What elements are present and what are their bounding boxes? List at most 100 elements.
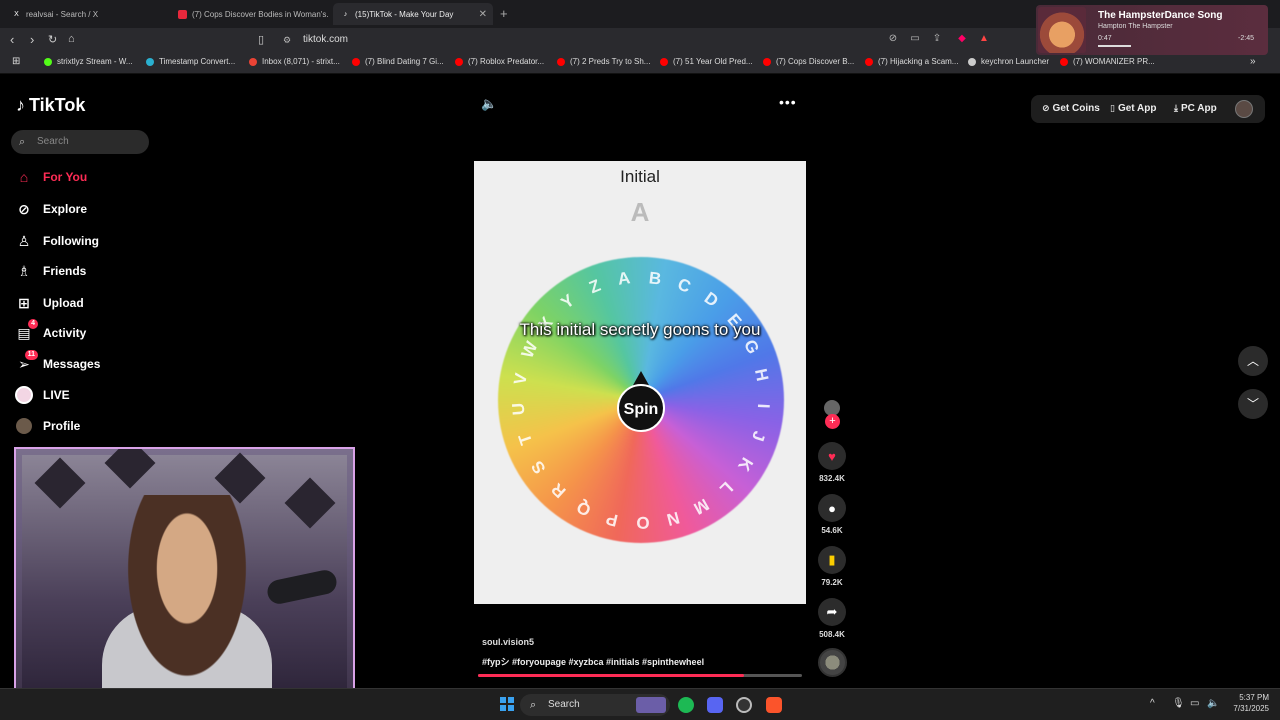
nav-following[interactable]: ♙ Following <box>15 232 99 250</box>
previous-video-button[interactable]: ︿ <box>1238 346 1268 376</box>
music-disc-icon[interactable] <box>818 648 847 677</box>
logo-text: TikTok <box>29 95 86 115</box>
brave-icon[interactable] <box>766 697 782 713</box>
search-icon: ⌕ <box>530 699 537 711</box>
home-icon: ⌂ <box>19 169 29 185</box>
video-hashtags[interactable]: #fypシ #foryoupage #xyzbca #initials #spi… <box>482 655 704 668</box>
nav-label: For You <box>43 170 88 184</box>
wheel-letter: I <box>753 403 773 409</box>
bookmark-item[interactable]: (7) Roblox Predator... <box>455 57 544 66</box>
volume-icon[interactable]: 🔈 <box>1207 698 1219 709</box>
foam-panel <box>34 457 86 509</box>
user-avatar[interactable] <box>1235 100 1253 118</box>
back-icon[interactable]: ‹ <box>10 32 14 47</box>
bookmark-item[interactable]: strixtlyz Stream - W... <box>44 57 133 66</box>
bookmark-item[interactable]: (7) 2 Preds Try to Sh... <box>557 57 650 66</box>
nav-friends[interactable]: ♗ Friends <box>15 262 87 280</box>
reload-icon[interactable]: ↻ <box>48 33 57 46</box>
keychron-icon <box>968 57 976 66</box>
bookmark-item[interactable]: Timestamp Convert... <box>146 57 235 66</box>
next-video-button[interactable]: ﹀ <box>1238 389 1268 419</box>
home-icon[interactable]: ⌂ <box>68 33 75 45</box>
nav-profile[interactable]: Profile <box>15 417 80 435</box>
get-app-button[interactable]: ▯ Get App <box>1110 103 1156 114</box>
share-icon[interactable]: ⇪ <box>930 33 944 47</box>
pc-app-label: PC App <box>1180 103 1217 114</box>
nav-for-you[interactable]: ⌂ For You <box>15 168 87 186</box>
bookmark-item[interactable]: (7) Cops Discover B... <box>763 57 854 66</box>
brave-shield-icon[interactable]: ◆ <box>955 33 969 47</box>
nav-activity[interactable]: ▤ 4 Activity <box>15 319 86 342</box>
like-button[interactable]: ♥ 832.4K <box>816 442 848 483</box>
coin-icon: ⊘ <box>1042 103 1050 113</box>
cast-icon[interactable]: ▭ <box>908 33 922 47</box>
bookmark-item[interactable]: Inbox (8,071) - strixt... <box>249 57 340 66</box>
profile-avatar <box>15 417 33 435</box>
follow-button[interactable]: + <box>825 414 840 429</box>
new-tab-icon[interactable]: + <box>500 6 508 21</box>
rewards-icon[interactable]: ▲ <box>977 33 991 47</box>
browser-tab[interactable]: (7) Cops Discover Bodies in Woman's... <box>170 3 328 25</box>
x-logo-icon: X <box>14 10 19 18</box>
youtube-icon <box>352 57 360 66</box>
windows-taskbar: ⌕ Search ^ 🎙 ▭ 🔈 5:37 PM 7/31/2025 <box>0 688 1280 720</box>
browser-tab[interactable]: X realvsai - Search / X <box>4 3 164 25</box>
now-playing-widget[interactable]: The HampsterDance Song Hampton The Hamps… <box>1036 5 1268 55</box>
tiktok-logo[interactable]: ♪ TikTok <box>16 95 85 116</box>
bookmark-label: (7) Blind Dating 7 Gi... <box>365 57 444 66</box>
nav-label: Upload <box>43 296 84 310</box>
nav-live[interactable]: LIVE <box>15 386 70 404</box>
nav-label: Explore <box>43 202 88 216</box>
nav-label: LIVE <box>43 388 70 402</box>
save-button[interactable]: ▮ 79.2K <box>816 546 848 587</box>
bookmark-item[interactable]: (7) Blind Dating 7 Gi... <box>352 57 444 66</box>
tray-chevron-icon[interactable]: ^ <box>1150 698 1155 709</box>
apps-grid-icon[interactable]: ⊞ <box>12 56 20 67</box>
spotify-icon[interactable] <box>678 697 694 713</box>
tiktok-icon: ♪ <box>343 10 348 18</box>
search-input[interactable]: ⌕ Search <box>11 130 149 154</box>
comment-button[interactable]: ● 54.6K <box>816 494 848 535</box>
bookmark-item[interactable]: (7) WOMANIZER PR... <box>1060 57 1155 66</box>
video-author[interactable]: soul.vision5 <box>482 637 534 647</box>
taskbar-search[interactable]: ⌕ Search <box>520 694 670 716</box>
more-options-icon[interactable]: ••• <box>779 94 797 110</box>
youtube-icon <box>660 57 668 66</box>
browser-tab-active[interactable]: ♪ (15)TikTok - Make Your Day ✕ <box>333 3 493 25</box>
video-player[interactable]: Initial A ABCDEGHIJKLMNOPQRSTUVWXYZ This… <box>474 161 806 604</box>
url-text: tiktok.com <box>303 34 349 45</box>
video-title: Initial <box>620 167 660 186</box>
close-tab-icon[interactable]: ✕ <box>479 9 487 20</box>
song-progress-bar[interactable] <box>1098 45 1131 47</box>
bookmark-label: (7) WOMANIZER PR... <box>1073 57 1155 66</box>
mic-icon[interactable]: 🎙 <box>1172 698 1185 709</box>
volume-icon[interactable]: 🔈 <box>481 96 497 112</box>
get-coins-button[interactable]: ⊘ Get Coins <box>1042 103 1100 114</box>
windows-start-icon[interactable] <box>500 697 514 711</box>
nav-explore[interactable]: ⊘ Explore <box>15 200 87 218</box>
forward-icon[interactable]: › <box>30 32 34 47</box>
bookmark-item[interactable]: keychron Launcher <box>968 57 1049 66</box>
clock-time[interactable]: 5:37 PM <box>1223 693 1269 702</box>
result-letter: A <box>630 197 650 227</box>
obs-icon[interactable] <box>736 697 752 713</box>
site-info-icon[interactable]: ⚙ <box>283 31 291 49</box>
bookmark-item[interactable]: (7) Hijacking a Scam... <box>865 57 958 66</box>
more-bookmarks-icon[interactable]: » <box>1250 56 1256 67</box>
block-icon[interactable]: ⊘ <box>886 33 900 47</box>
clock-date[interactable]: 7/31/2025 <box>1223 704 1269 713</box>
nav-upload[interactable]: ⊞ Upload <box>15 294 84 312</box>
song-elapsed: 0:47 <box>1098 35 1112 42</box>
share-button[interactable]: ➦ 508.4K <box>816 598 848 639</box>
pc-app-button[interactable]: ⤓ PC App <box>1174 103 1217 114</box>
bookmark-label: Inbox (8,071) - strixt... <box>262 57 340 66</box>
bookmark-label: keychron Launcher <box>981 57 1050 66</box>
bookmark-item[interactable]: (7) 51 Year Old Pred... <box>660 57 753 66</box>
bookmark-icon[interactable]: ▯ <box>258 33 264 46</box>
activity-icon: ▤ 4 <box>15 319 38 342</box>
network-icon[interactable]: ▭ <box>1190 698 1199 709</box>
nav-messages[interactable]: ➢ 11 Messages <box>15 350 100 373</box>
tab-label: (15)TikTok - Make Your Day <box>355 9 454 19</box>
phone-icon: ▯ <box>1110 103 1115 113</box>
discord-icon[interactable] <box>707 697 723 713</box>
